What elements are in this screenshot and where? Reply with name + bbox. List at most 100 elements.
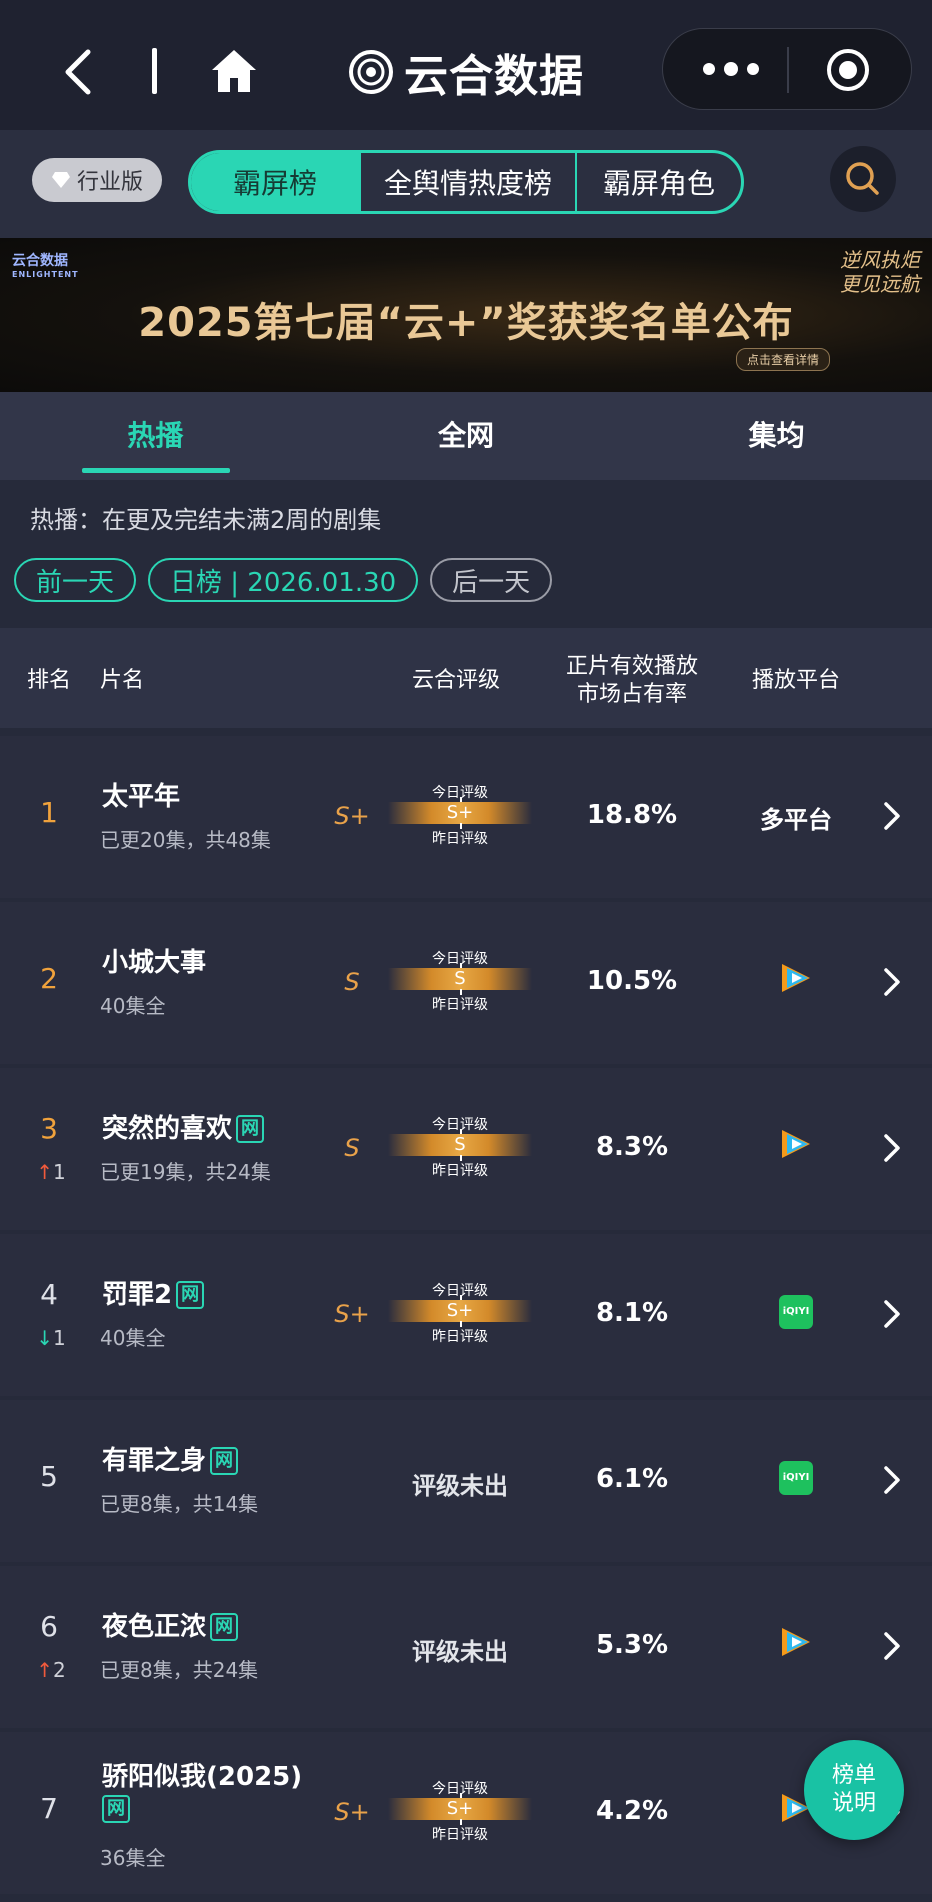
market-share: 4.2%: [595, 1796, 669, 1826]
chart-description: 热播：在更及完结未满2周的剧集: [30, 506, 382, 534]
web-drama-tag: 网: [102, 1795, 130, 1823]
tencent-video-icon: [782, 1628, 810, 1656]
iqiyi-icon: iQIYI: [779, 1461, 813, 1495]
drama-title-wrap[interactable]: 有罪之身网: [102, 1440, 239, 1477]
rank-change-value: 1: [53, 1326, 66, 1350]
col-rank: 排名: [26, 668, 71, 693]
rank-change-value: 2: [53, 1658, 66, 1682]
segment-public-opinion[interactable]: 全舆情热度榜: [359, 153, 575, 211]
home-icon[interactable]: [210, 48, 258, 94]
market-share: 18.8%: [586, 800, 678, 830]
table-row[interactable]: 1 太平年 已更20集，共48集 S+ 今日评级 S+ 昨日评级 18.8% 多平台: [0, 736, 932, 898]
rating-bar: S+: [388, 1300, 532, 1322]
drama-title[interactable]: 骄阳似我(2025): [102, 1756, 302, 1793]
rank-number: 5: [40, 1460, 58, 1493]
chart-explain-line1: 榜单: [831, 1763, 876, 1788]
promo-banner[interactable]: 云合数据 ENLIGHTENT 2025第七届“云+”奖获奖名单公布 逆风执炬 …: [0, 238, 932, 392]
app-title: 云合数据: [404, 51, 584, 102]
web-drama-tag: 网: [236, 1115, 265, 1143]
yesterday-rating-label: 昨日评级: [432, 1329, 488, 1345]
rating-gauge: 今日评级 S 昨日评级: [388, 1114, 532, 1179]
drama-title: 小城大事: [102, 948, 207, 978]
date-selector[interactable]: 日榜 | 2026.01.30: [148, 558, 419, 602]
rating-grade: S: [344, 968, 360, 996]
drama-title-wrap[interactable]: 夜色正浓网: [102, 1606, 239, 1643]
episode-info: 已更8集，共24集: [100, 1658, 259, 1682]
tab-all-network[interactable]: 全网: [311, 392, 622, 480]
col-share-line2: 市场占有率: [576, 682, 687, 707]
yesterday-rating-label: 昨日评级: [432, 997, 488, 1013]
divider: [152, 48, 157, 94]
market-share: 6.1%: [595, 1464, 669, 1494]
segment-roles[interactable]: 霸屏角色: [575, 153, 741, 211]
episode-info: 40集全: [100, 1326, 166, 1350]
arrow-down-icon: ↓: [36, 1326, 54, 1350]
table-row[interactable]: 2 小城大事 40集全 S 今日评级 S 昨日评级 10.5%: [0, 902, 932, 1064]
rating-gauge: 今日评级 S 昨日评级: [388, 948, 532, 1013]
rank-number: 1: [40, 796, 58, 829]
web-drama-tag: 网: [210, 1447, 239, 1475]
tab-hot[interactable]: 热播: [0, 392, 311, 480]
close-target-icon[interactable]: [825, 47, 871, 93]
table-row[interactable]: 7 骄阳似我(2025) 网 36集全 S+ 今日评级 S+ 昨日评级 4.2%: [0, 1732, 932, 1894]
episode-info: 已更19集，共24集: [100, 1160, 271, 1184]
rank-change-value: 1: [53, 1160, 66, 1184]
yesterday-rating-label: 昨日评级: [432, 1163, 488, 1179]
chevron-right-icon[interactable]: [880, 1462, 904, 1498]
table-row[interactable]: 6 ↑2 夜色正浓网已更8集，共24集 评级未出 5.3%: [0, 1566, 932, 1728]
market-share: 8.1%: [595, 1298, 669, 1328]
active-tab-indicator: [82, 468, 230, 473]
drama-title-wrap[interactable]: 突然的喜欢网: [102, 1108, 265, 1145]
chart-explain-button[interactable]: 榜单 说明: [804, 1740, 904, 1840]
table-row[interactable]: 5 有罪之身网已更8集，共14集 评级未出 6.1% iQIYI: [0, 1400, 932, 1562]
tab-episode-avg[interactable]: 集均: [621, 392, 932, 480]
banner-logo: 云合数据 ENLIGHTENT: [12, 253, 79, 279]
market-share: 5.3%: [595, 1630, 669, 1660]
more-icon[interactable]: [699, 57, 763, 81]
drama-title: 突然的喜欢: [102, 1114, 233, 1144]
drama-title-wrap[interactable]: 小城大事: [102, 942, 206, 979]
app-brand: 云合数据: [348, 42, 584, 102]
episode-info: 36集全: [100, 1846, 166, 1870]
tencent-video-icon: [782, 964, 810, 992]
rating-bar: S+: [388, 802, 532, 824]
rating-gauge: 今日评级 S+ 昨日评级: [388, 782, 532, 847]
drama-title: 太平年: [102, 782, 181, 812]
rating-bar: S+: [388, 1798, 532, 1820]
back-icon[interactable]: [58, 48, 98, 96]
chevron-right-icon[interactable]: [880, 1130, 904, 1166]
chevron-right-icon[interactable]: [880, 1296, 904, 1332]
banner-cta[interactable]: 点击查看详情: [735, 348, 830, 371]
prev-day-button[interactable]: 前一天: [14, 558, 137, 602]
platform-cell: [740, 962, 852, 1000]
next-day-button[interactable]: 后一天: [430, 558, 553, 602]
chevron-right-icon[interactable]: [880, 798, 904, 834]
search-button[interactable]: [830, 146, 896, 212]
chevron-right-icon[interactable]: [880, 1628, 904, 1664]
drama-title-wrap[interactable]: 太平年: [102, 776, 180, 813]
rank-number: 2: [40, 962, 58, 995]
chart-type-header: 行业版 霸屏榜 全舆情热度榜 霸屏角色: [0, 130, 932, 238]
segment-bapingbang[interactable]: 霸屏榜: [191, 153, 359, 211]
market-share: 10.5%: [586, 966, 678, 996]
date-navigation: 前一天 日榜 | 2026.01.30 后一天: [14, 558, 553, 602]
table-row[interactable]: 3 ↑1 突然的喜欢网已更19集，共24集 S 今日评级 S 昨日评级 8.3%: [0, 1068, 932, 1230]
industry-version-badge[interactable]: 行业版: [32, 158, 162, 202]
episode-info: 已更20集，共48集: [100, 828, 271, 852]
chevron-right-icon[interactable]: [880, 964, 904, 1000]
today-rating-value: S: [454, 1134, 466, 1155]
mini-program-capsule: [662, 28, 912, 110]
table-header: 排名 片名 云合评级 正片有效播放 市场占有率 播放平台: [0, 628, 932, 728]
rating-grade: S+: [334, 802, 370, 830]
rating-grade: S+: [334, 1798, 370, 1826]
drama-title-wrap[interactable]: 罚罪2 网: [102, 1274, 205, 1311]
web-drama-tag: 网: [176, 1281, 205, 1309]
iqiyi-icon: iQIYI: [779, 1295, 813, 1329]
rating-bar: S: [388, 968, 532, 990]
rating-pending: 评级未出: [412, 1472, 508, 1500]
tencent-video-icon: [782, 1130, 810, 1158]
table-row[interactable]: 4 ↓1 罚罪2 网 40集全 S+ 今日评级 S+ 昨日评级 8.1% iQIYI: [0, 1234, 932, 1396]
episode-info: 已更8集，共14集: [100, 1492, 259, 1516]
platform-cell: [740, 1626, 852, 1664]
today-rating-value: S: [454, 968, 466, 989]
